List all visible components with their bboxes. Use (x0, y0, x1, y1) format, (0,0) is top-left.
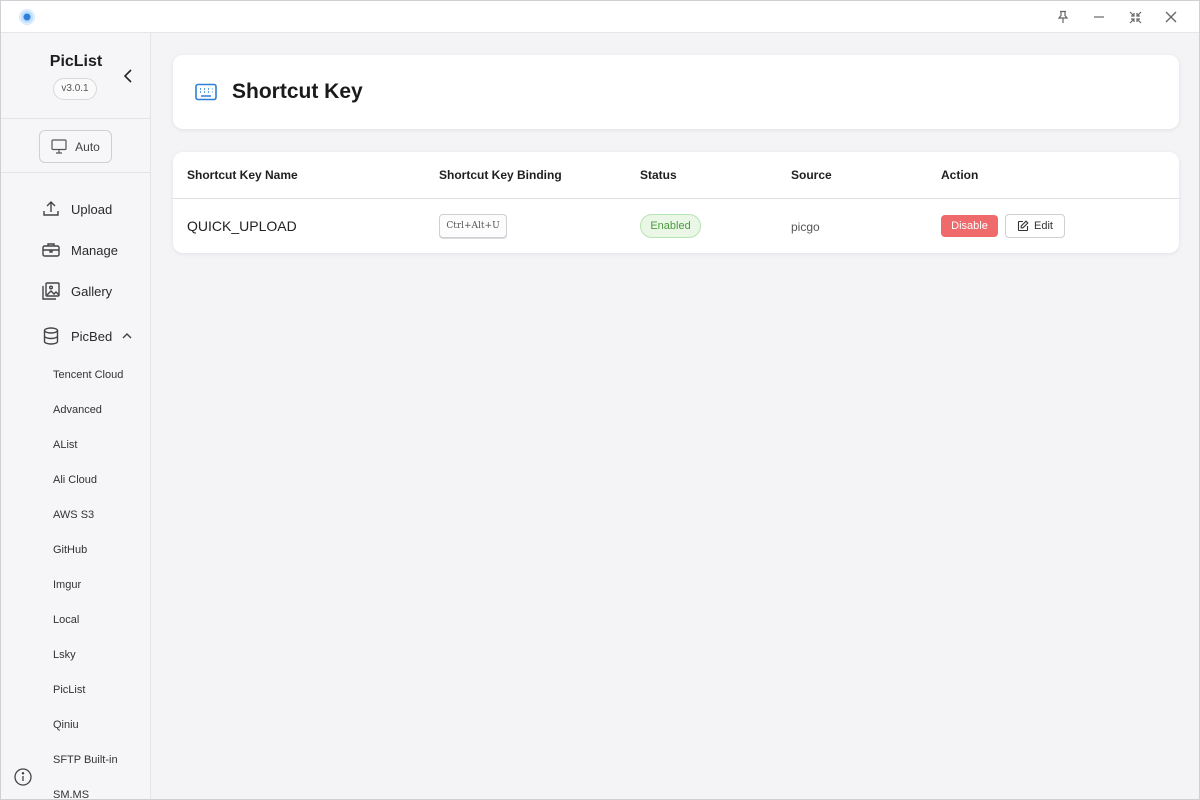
restore-icon[interactable] (1117, 1, 1153, 33)
disable-button[interactable]: Disable (941, 215, 998, 237)
picbed-item-label: SM.MS (53, 789, 90, 800)
column-header-source: Source (791, 168, 832, 182)
status-badge: Enabled (640, 214, 701, 238)
shortcut-name: QUICK_UPLOAD (187, 218, 297, 234)
picbed-item-github[interactable]: GitHub (1, 535, 150, 565)
shortcut-binding: Ctrl+Alt+U (439, 214, 507, 238)
picbed-item-ali-cloud[interactable]: Ali Cloud (1, 465, 150, 495)
shortcut-source: picgo (791, 220, 820, 234)
picbed-item-label: Local (53, 614, 80, 626)
page-title: Shortcut Key (232, 80, 363, 103)
edit-button[interactable]: Edit (1005, 214, 1065, 238)
picbed-item-local[interactable]: Local (1, 605, 150, 635)
nav-item-gallery[interactable]: Gallery (1, 273, 150, 309)
app-logo-icon (19, 9, 35, 25)
picbed-item-qiniu[interactable]: Qiniu (1, 710, 150, 740)
version-badge: v3.0.1 (53, 78, 97, 100)
picbed-item-label: PicList (53, 684, 86, 696)
nav-item-label: Gallery (71, 283, 113, 299)
minimize-icon[interactable] (1081, 1, 1117, 33)
keyboard-icon (195, 83, 217, 101)
picbed-item-label: Imgur (53, 579, 82, 591)
upload-icon (43, 201, 59, 216)
picbed-item-advanced[interactable]: Advanced (1, 395, 150, 425)
gallery-icon (42, 282, 60, 300)
edit-icon (1017, 220, 1029, 232)
nav-item-label: Upload (71, 201, 113, 217)
column-header-status: Status (640, 168, 677, 182)
main-content: Shortcut Key Shortcut Key Name Shortcut … (151, 33, 1199, 799)
picbed-item-tencent-cloud[interactable]: Tencent Cloud (1, 360, 150, 390)
nav-item-picbed[interactable]: PicBed (1, 318, 150, 354)
chevron-up-icon (122, 333, 132, 339)
info-icon[interactable] (13, 767, 33, 787)
picbed-item-label: Ali Cloud (53, 474, 98, 486)
collapse-sidebar-icon[interactable] (119, 67, 137, 85)
theme-toggle-button[interactable]: Auto (39, 130, 112, 163)
edit-button-label: Edit (1034, 220, 1053, 232)
picbed-item-label: Qiniu (53, 719, 79, 731)
picbed-item-lsky[interactable]: Lsky (1, 640, 150, 670)
nav-item-label: Manage (71, 242, 118, 258)
sidebar: PicList v3.0.1 Auto Upload Manage Galler… (1, 33, 151, 800)
nav-item-manage[interactable]: Manage (1, 232, 150, 268)
table-header-divider (173, 198, 1179, 199)
nav-item-label: PicBed (71, 328, 113, 344)
picbed-item-label: Lsky (53, 649, 76, 661)
picbed-item-label: Advanced (53, 404, 102, 416)
column-header-binding: Shortcut Key Binding (439, 168, 562, 182)
brand-area: PicList v3.0.1 (1, 33, 150, 119)
nav-item-upload[interactable]: Upload (1, 191, 150, 227)
column-header-name: Shortcut Key Name (187, 168, 298, 182)
page-header: Shortcut Key (173, 55, 1179, 129)
close-icon[interactable] (1153, 1, 1189, 33)
pin-icon[interactable] (1045, 1, 1081, 33)
picbed-item-aws-s3[interactable]: AWS S3 (1, 500, 150, 530)
monitor-icon (51, 139, 67, 154)
database-icon (43, 327, 59, 345)
picbed-item-label: GitHub (53, 544, 88, 556)
shortcut-table: Shortcut Key Name Shortcut Key Binding S… (173, 152, 1179, 253)
picbed-item-label: AWS S3 (53, 509, 95, 521)
picbed-item-piclist[interactable]: PicList (1, 675, 150, 705)
picbed-item-label: Tencent Cloud (53, 369, 124, 381)
briefcase-icon (42, 243, 60, 257)
theme-area: Auto (1, 119, 150, 173)
picbed-item-alist[interactable]: AList (1, 430, 150, 460)
column-header-action: Action (941, 168, 979, 182)
app-window: PicList v3.0.1 Auto Upload Manage Galler… (0, 0, 1200, 800)
title-bar (1, 1, 1199, 33)
picbed-item-label: AList (53, 439, 78, 451)
picbed-item-imgur[interactable]: Imgur (1, 570, 150, 600)
app-name: PicList (49, 53, 103, 70)
theme-label: Auto (75, 139, 100, 154)
picbed-item-label: SFTP Built-in (53, 754, 118, 766)
